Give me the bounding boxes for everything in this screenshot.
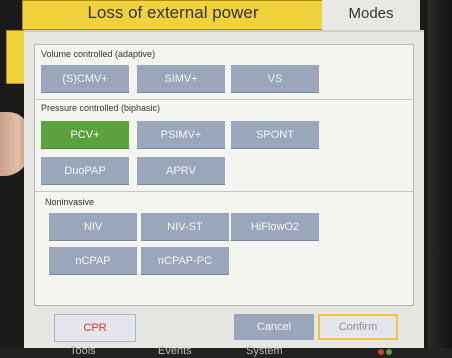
mode-button-label: NIV: [83, 221, 103, 233]
mode-button-pcv-plus[interactable]: PCV+: [41, 121, 129, 149]
mode-button-label: NIV-ST: [167, 221, 203, 233]
mode-button-label: PCV+: [70, 129, 100, 141]
mode-button-simv-plus[interactable]: SIMV+: [137, 65, 225, 93]
mode-button-label: SPONT: [256, 129, 294, 141]
mode-button-label: SIMV+: [164, 73, 198, 85]
mode-button-duopap[interactable]: DuoPAP: [41, 157, 129, 185]
mode-button-label: HiFlowO2: [250, 221, 300, 233]
mode-button-label: nCPAP: [75, 255, 111, 267]
cpr-button[interactable]: CPR: [54, 314, 136, 342]
mode-selection-panel: Volume controlled (adaptive) (S)CMV+ SIM…: [34, 44, 414, 306]
section-divider: [35, 99, 413, 100]
alarm-banner-text: Loss of external power: [87, 3, 259, 22]
device-bezel: [428, 0, 452, 358]
cpr-button-label: CPR: [83, 322, 107, 334]
section-label-volume: Volume controlled (adaptive): [41, 49, 156, 59]
mode-button-ncpap[interactable]: nCPAP: [49, 247, 137, 275]
modes-tab[interactable]: Modes: [322, 0, 420, 32]
status-led-green-icon: [386, 349, 392, 355]
mode-button-label: DuoPAP: [64, 165, 106, 177]
mode-button-label: nCPAP-PC: [157, 255, 213, 267]
confirm-button-label: Confirm: [338, 321, 378, 333]
alarm-banner[interactable]: Loss of external power: [22, 0, 324, 30]
mode-button-niv[interactable]: NIV: [49, 213, 137, 241]
nav-events[interactable]: Events: [158, 345, 192, 357]
nav-tools[interactable]: Tools: [70, 345, 96, 357]
confirm-button[interactable]: Confirm: [318, 314, 398, 340]
nav-system[interactable]: System: [246, 345, 283, 357]
section-divider: [35, 191, 413, 192]
bottom-nav-bar: Tools Events System: [0, 345, 452, 358]
section-label-pressure: Pressure controlled (biphasic): [41, 103, 161, 113]
mode-button-psimv-plus[interactable]: PSIMV+: [137, 121, 225, 149]
mode-button-hiflowo2[interactable]: HiFlowO2: [231, 213, 319, 241]
mode-button-scmv-plus[interactable]: (S)CMV+: [41, 65, 129, 93]
cancel-button-label: Cancel: [256, 321, 292, 333]
mode-button-label: (S)CMV+: [62, 73, 108, 85]
modes-tab-label: Modes: [348, 5, 394, 22]
status-led-red-icon: [378, 349, 384, 355]
mode-button-label: APRV: [166, 165, 196, 177]
alarm-indicator-left: [6, 30, 26, 84]
section-label-noninvasive: Noninvasive: [45, 197, 95, 207]
mode-button-spont[interactable]: SPONT: [231, 121, 319, 149]
mode-button-vs[interactable]: VS: [231, 65, 319, 93]
mode-button-label: VS: [267, 73, 283, 85]
mode-button-label: PSIMV+: [160, 129, 202, 141]
mode-button-ncpap-pc[interactable]: nCPAP-PC: [141, 247, 229, 275]
cancel-button[interactable]: Cancel: [234, 314, 314, 340]
mode-button-aprv[interactable]: APRV: [137, 157, 225, 185]
modes-dialog: Volume controlled (adaptive) (S)CMV+ SIM…: [24, 30, 424, 350]
mode-button-niv-st[interactable]: NIV-ST: [141, 213, 229, 241]
